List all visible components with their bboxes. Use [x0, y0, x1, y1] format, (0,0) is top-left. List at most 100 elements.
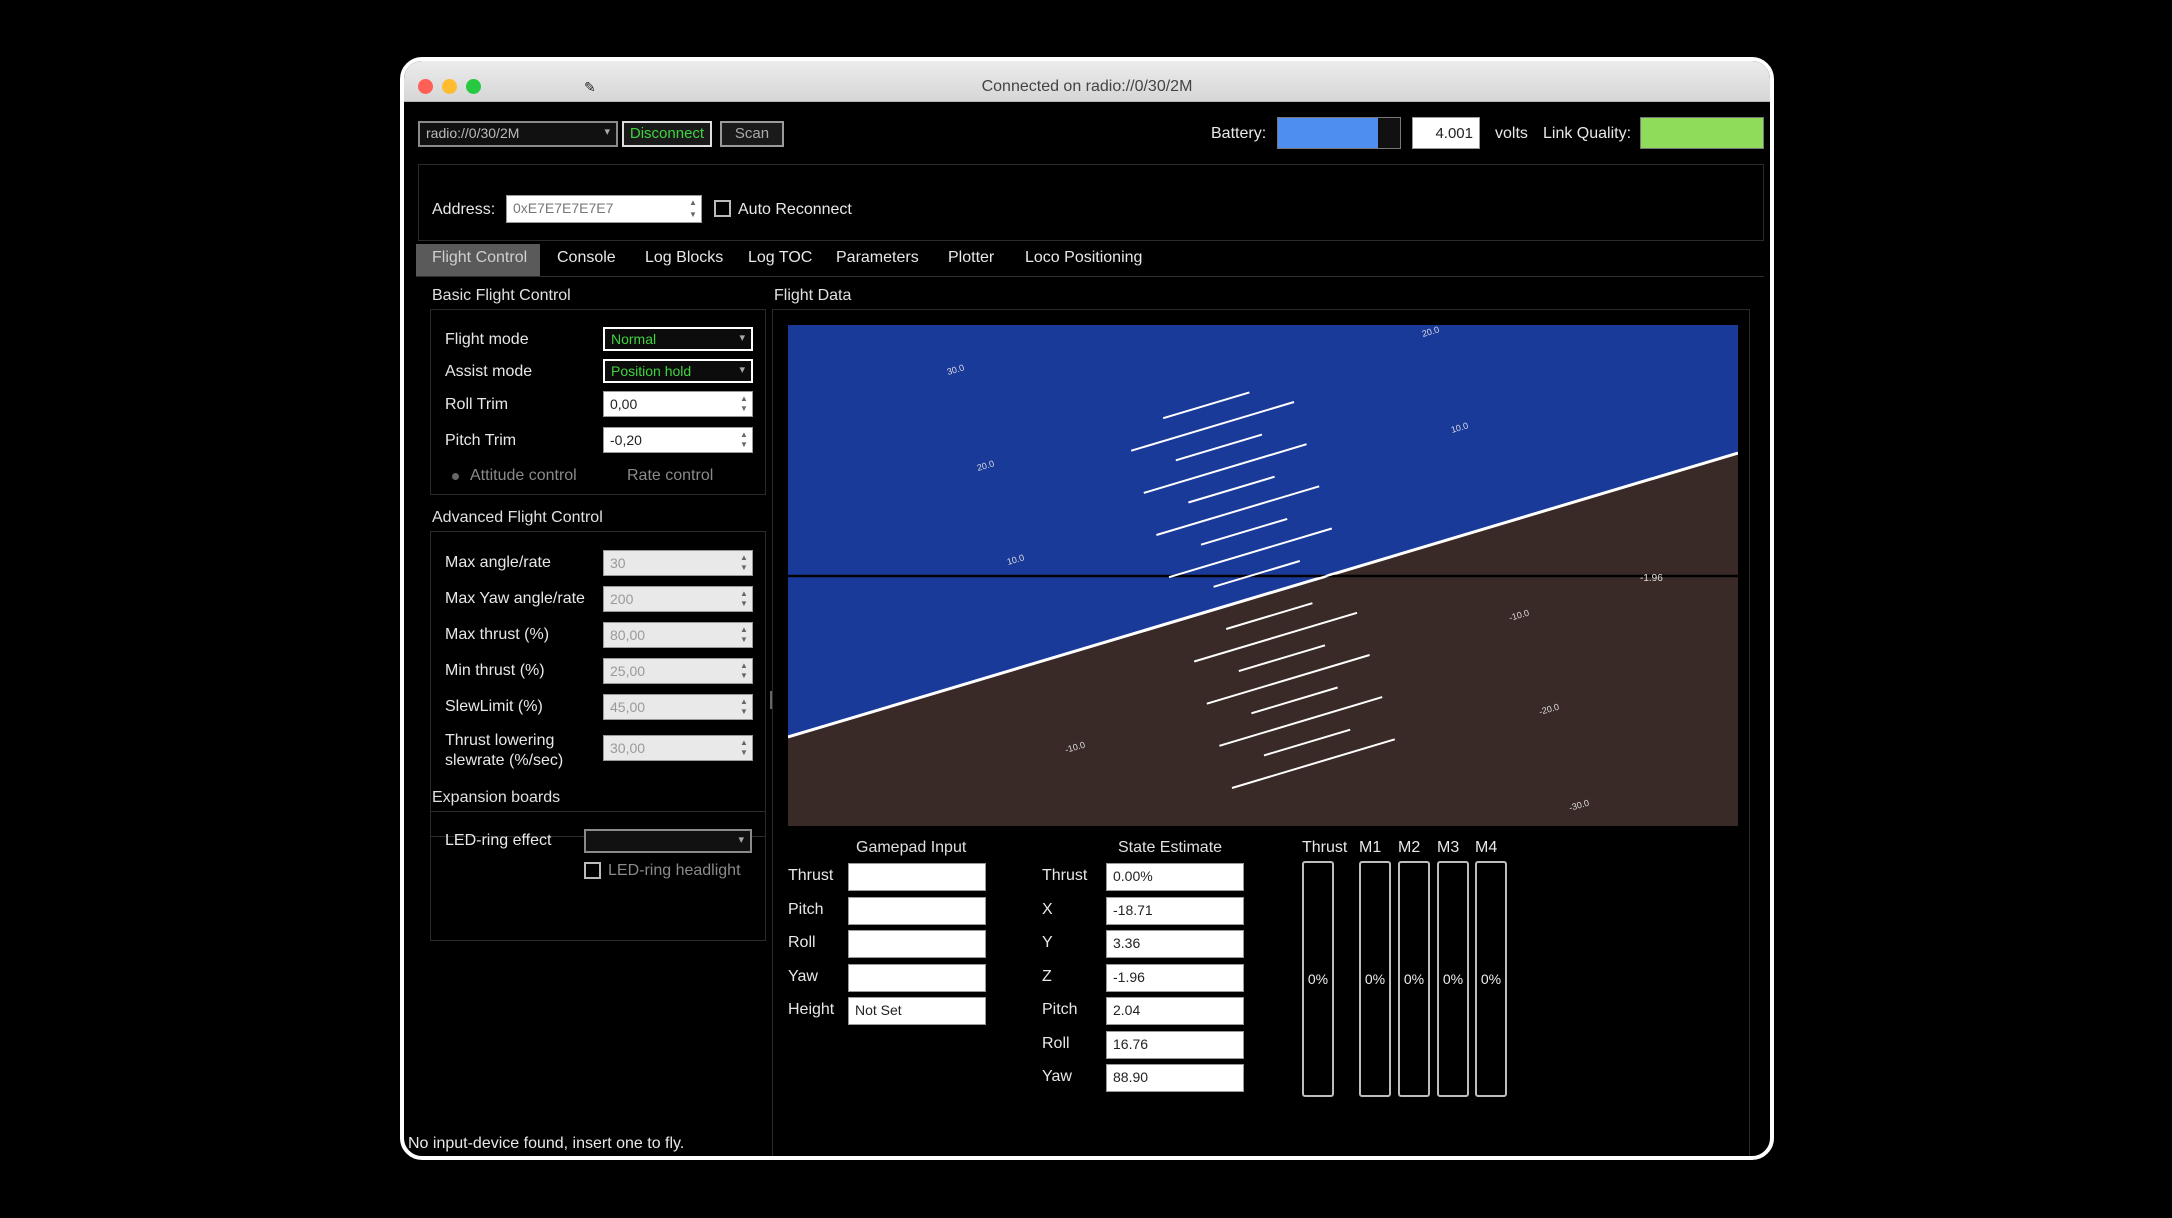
motor-m4-value: 0%	[1480, 971, 1502, 987]
gamepad-yaw-label: Yaw	[788, 968, 818, 985]
motor-m1-bar: 0%	[1359, 861, 1391, 1097]
app-window: ✎ Connected on radio://0/30/2M radio://0…	[400, 57, 1774, 1160]
state-y-label: Y	[1042, 934, 1053, 951]
state-thrust-label: Thrust	[1042, 867, 1088, 884]
tab-parameters[interactable]: Parameters	[836, 249, 919, 267]
pitch-trim-spinbox[interactable]: -0,20 ▲ ▼	[603, 427, 753, 453]
battery-voltage-field: 4.001	[1412, 117, 1480, 149]
disconnect-button[interactable]: Disconnect	[622, 121, 712, 147]
artificial-horizon: -1.96 30.0 20.0 10.0 -10.0 20.0 10.0 -10…	[788, 325, 1738, 826]
tab-flight-control[interactable]: Flight Control	[432, 249, 527, 267]
motor-m2-value: 0%	[1403, 971, 1425, 987]
thrust-bar-value: 0%	[1307, 971, 1329, 987]
address-input[interactable]: 0xE7E7E7E7E7 ▲ ▼	[506, 195, 702, 223]
gamepad-pitch-label: Pitch	[788, 901, 824, 918]
motor-m3-label: M3	[1437, 839, 1460, 856]
gamepad-roll-field	[848, 930, 986, 958]
state-x-label: X	[1042, 901, 1053, 918]
state-y-field: 3.36	[1106, 930, 1244, 958]
spinner-arrows-icon[interactable]: ▲ ▼	[738, 589, 750, 609]
state-estimate-title: State Estimate	[1118, 839, 1223, 856]
tab-log-toc[interactable]: Log TOC	[748, 249, 812, 267]
spinner-arrows-icon[interactable]: ▲ ▼	[738, 430, 750, 450]
slew-limit-label: SlewLimit (%)	[445, 698, 543, 715]
tab-plotter[interactable]: Plotter	[948, 249, 994, 267]
spinner-arrows-icon[interactable]: ▲ ▼	[738, 553, 750, 573]
state-pitch-label: Pitch	[1042, 1001, 1078, 1018]
motor-m4-label: M4	[1475, 839, 1498, 856]
volts-label: volts	[1495, 125, 1528, 142]
altitude-marker: -1.96	[1640, 573, 1663, 584]
spinner-arrows-icon[interactable]: ▲ ▼	[687, 198, 699, 220]
state-yaw-label: Yaw	[1042, 1068, 1072, 1085]
spinner-arrows-icon[interactable]: ▲ ▼	[738, 697, 750, 717]
spinner-arrows-icon[interactable]: ▲ ▼	[738, 738, 750, 758]
roll-trim-value: 0,00	[610, 396, 638, 412]
auto-reconnect-checkbox[interactable]	[714, 200, 731, 217]
thrust-bar: 0%	[1302, 861, 1334, 1097]
tab-divider	[416, 276, 1764, 277]
tab-loco-positioning[interactable]: Loco Positioning	[1025, 249, 1142, 267]
min-thrust-spinbox[interactable]: 25,00 ▲ ▼	[603, 658, 753, 684]
chevron-down-icon: ▾	[739, 332, 745, 344]
led-ring-headlight-checkbox[interactable]	[584, 862, 601, 879]
battery-bar	[1277, 117, 1401, 149]
led-ring-effect-select[interactable]: ▾	[584, 829, 752, 853]
max-angle-rate-spinbox[interactable]: 30 ▲ ▼	[603, 550, 753, 576]
led-ring-headlight-label: LED-ring headlight	[608, 862, 741, 879]
basic-flight-control-title: Basic Flight Control	[432, 287, 571, 304]
tab-console[interactable]: Console	[557, 249, 616, 267]
window-title: Connected on radio://0/30/2M	[981, 78, 1193, 95]
scan-button[interactable]: Scan	[720, 121, 784, 147]
motor-m2-bar: 0%	[1398, 861, 1430, 1097]
thrust-lowering-spinbox[interactable]: 30,00 ▲ ▼	[603, 735, 753, 761]
status-bar: No input-device found, insert one to fly…	[408, 1135, 685, 1152]
attitude-control-radio[interactable]	[452, 473, 459, 480]
auto-reconnect-label: Auto Reconnect	[738, 201, 852, 218]
uri-select[interactable]: radio://0/30/2M ▾	[418, 121, 618, 147]
gamepad-input-title: Gamepad Input	[856, 839, 967, 856]
max-yaw-angle-rate-value: 200	[610, 591, 634, 607]
min-thrust-value: 25,00	[610, 663, 646, 679]
address-input-value: 0xE7E7E7E7E7	[513, 200, 614, 216]
thrust-lowering-label-line2: slewrate (%/sec)	[445, 752, 564, 769]
spinner-arrows-icon[interactable]: ▲ ▼	[738, 661, 750, 681]
spinner-arrows-icon[interactable]: ▲ ▼	[738, 394, 750, 414]
state-roll-label: Roll	[1042, 1035, 1070, 1052]
motor-m3-bar: 0%	[1437, 861, 1469, 1097]
slew-limit-value: 45,00	[610, 699, 646, 715]
battery-bar-fill	[1278, 118, 1379, 148]
state-thrust-field: 0.00%	[1106, 863, 1244, 891]
max-angle-rate-value: 30	[610, 555, 626, 571]
gamepad-yaw-field	[848, 964, 986, 992]
expansion-boards-title: Expansion boards	[432, 789, 561, 806]
link-quality-bar-fill	[1641, 118, 1763, 148]
assist-mode-label: Assist mode	[445, 363, 533, 380]
attitude-control-label: Attitude control	[470, 467, 577, 484]
spinner-arrows-icon[interactable]: ▲ ▼	[738, 625, 750, 645]
flight-mode-value: Normal	[611, 331, 657, 347]
pitch-trim-label: Pitch Trim	[445, 432, 517, 449]
slew-limit-spinbox[interactable]: 45,00 ▲ ▼	[603, 694, 753, 720]
motor-m4-bar: 0%	[1475, 861, 1507, 1097]
tab-log-blocks[interactable]: Log Blocks	[645, 249, 723, 267]
state-roll-field: 16.76	[1106, 1031, 1244, 1059]
state-z-label: Z	[1042, 968, 1052, 985]
state-x-field: -18.71	[1106, 897, 1244, 925]
gamepad-pitch-field	[848, 897, 986, 925]
chevron-down-icon: ▾	[739, 364, 745, 376]
gamepad-roll-label: Roll	[788, 934, 816, 951]
gamepad-height-label: Height	[788, 1001, 835, 1018]
battery-label: Battery:	[1211, 125, 1267, 142]
gamepad-height-field: Not Set	[848, 997, 986, 1025]
address-label: Address:	[432, 201, 496, 218]
link-quality-bar	[1640, 117, 1764, 149]
max-yaw-angle-rate-spinbox[interactable]: 200 ▲ ▼	[603, 586, 753, 612]
flight-mode-select[interactable]: Normal ▾	[603, 327, 753, 351]
roll-trim-spinbox[interactable]: 0,00 ▲ ▼	[603, 391, 753, 417]
rate-control-label[interactable]: Rate control	[627, 467, 713, 485]
flight-mode-label: Flight mode	[445, 331, 529, 348]
motor-thrust-label: Thrust	[1302, 839, 1348, 856]
max-thrust-spinbox[interactable]: 80,00 ▲ ▼	[603, 622, 753, 648]
assist-mode-select[interactable]: Position hold ▾	[603, 359, 753, 383]
